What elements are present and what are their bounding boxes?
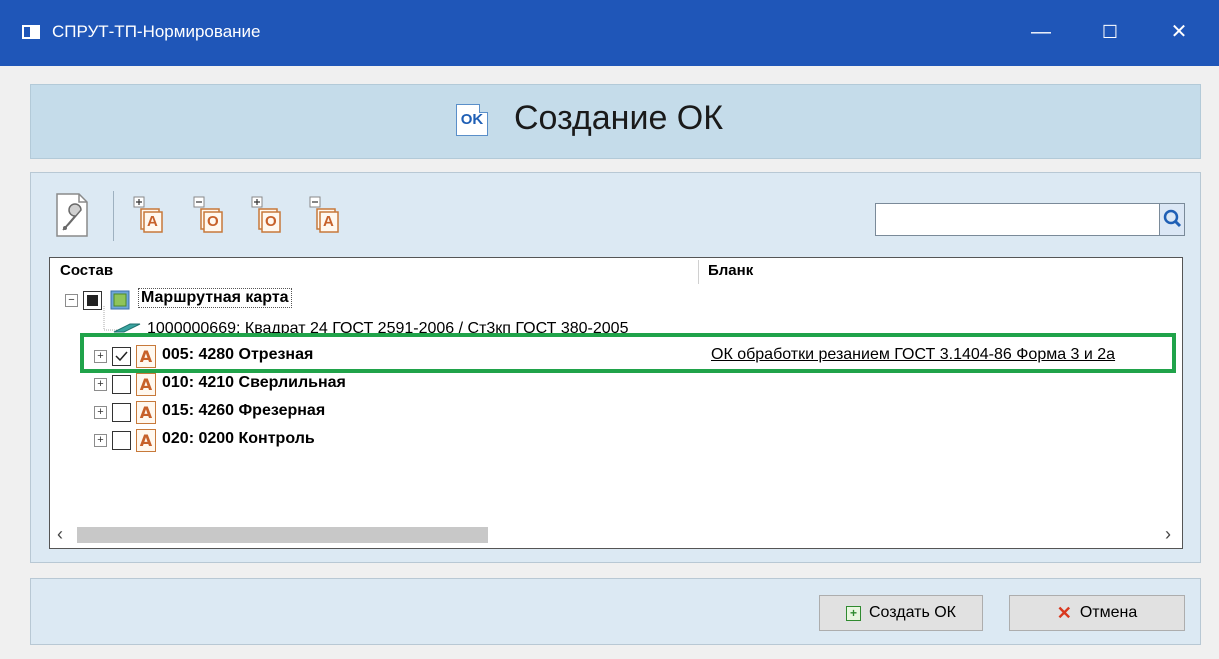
create-ok-label: Создать ОК <box>868 604 956 621</box>
expand-o-button[interactable]: О <box>249 191 281 239</box>
search-icon <box>1163 209 1182 228</box>
cancel-label: Отмена <box>1079 604 1138 621</box>
horizontal-scrollbar[interactable]: ‹ › <box>51 522 1181 547</box>
operation-type-icon: А <box>136 373 156 396</box>
column-header-blank[interactable]: Бланк <box>708 262 753 279</box>
scrollbar-thumb[interactable] <box>77 527 488 543</box>
dialog-title: Создание ОК <box>514 99 724 137</box>
composition-tree: Состав Бланк − Маршрутная карта 10000006… <box>49 257 1183 549</box>
minimize-button[interactable]: — <box>1019 12 1063 52</box>
collapse-o-icon: О <box>191 195 223 235</box>
root-checkbox[interactable] <box>83 291 102 310</box>
cancel-x-icon: ✕ <box>1056 602 1072 623</box>
maximize-button[interactable]: ☐ <box>1088 12 1132 52</box>
settings-button[interactable] <box>53 191 93 239</box>
partial-check-mark <box>87 295 98 306</box>
tree-row-operation[interactable]: + А 020: 0200 Контроль <box>50 426 1180 454</box>
expand-o-icon: О <box>249 195 281 235</box>
selection-highlight <box>80 333 1176 373</box>
expand-a-icon: А <box>131 195 163 235</box>
operation-type-icon: А <box>136 401 156 424</box>
collapse-a-button[interactable]: А <box>307 191 339 239</box>
collapse-o-letter: О <box>207 213 219 230</box>
collapse-a-letter: А <box>323 213 334 230</box>
scroll-right-icon[interactable]: › <box>1165 524 1171 545</box>
operation-type-icon: А <box>136 429 156 452</box>
ok-document-icon: OK <box>456 104 488 136</box>
collapse-root-icon[interactable]: − <box>65 294 78 307</box>
expand-o-letter: О <box>265 213 277 230</box>
operation-label: 010: 4210 Сверлильная <box>162 374 346 391</box>
search-button[interactable] <box>1159 204 1184 235</box>
column-header-composition[interactable]: Состав <box>60 262 113 279</box>
dialog-header: OK Создание ОК <box>30 84 1201 159</box>
wrench-settings-icon <box>56 193 88 237</box>
expand-a-letter: А <box>147 213 158 230</box>
toolbar-separator <box>113 191 114 241</box>
tree-row-operation[interactable]: + А 015: 4260 Фрезерная <box>50 398 1180 426</box>
column-divider[interactable] <box>698 260 699 284</box>
scroll-left-icon[interactable]: ‹ <box>57 524 63 545</box>
tree-row-root[interactable]: − Маршрутная карта <box>50 286 1180 326</box>
window-title: СПРУТ-ТП-Нормирование <box>52 22 261 41</box>
cancel-button[interactable]: ✕ Отмена <box>1009 595 1185 631</box>
add-icon: + <box>845 605 861 621</box>
dialog-footer: + Создать ОК ✕ Отмена <box>30 578 1201 645</box>
title-bar: СПРУТ-ТП-Нормирование — ☐ ✕ <box>0 0 1219 66</box>
search-input[interactable] <box>876 204 1162 233</box>
close-button[interactable]: ✕ <box>1157 12 1201 52</box>
expand-operation-icon[interactable]: + <box>94 406 107 419</box>
operation-checkbox[interactable] <box>112 403 131 422</box>
expand-a-button[interactable]: А <box>131 191 163 239</box>
expand-operation-icon[interactable]: + <box>94 378 107 391</box>
route-card-icon <box>110 290 130 310</box>
search-box <box>875 203 1185 236</box>
operation-label: 020: 0200 Контроль <box>162 430 315 447</box>
operation-label: 015: 4260 Фрезерная <box>162 402 326 419</box>
tree-row-operation[interactable]: + А 010: 4210 Сверлильная <box>50 370 1180 398</box>
operation-checkbox[interactable] <box>112 431 131 450</box>
operation-checkbox[interactable] <box>112 375 131 394</box>
collapse-a-icon: А <box>307 195 339 235</box>
expand-operation-icon[interactable]: + <box>94 434 107 447</box>
app-icon <box>22 25 40 39</box>
collapse-o-button[interactable]: О <box>191 191 223 239</box>
root-label: Маршрутная карта <box>138 288 292 308</box>
create-ok-button[interactable]: + Создать ОК <box>819 595 983 631</box>
